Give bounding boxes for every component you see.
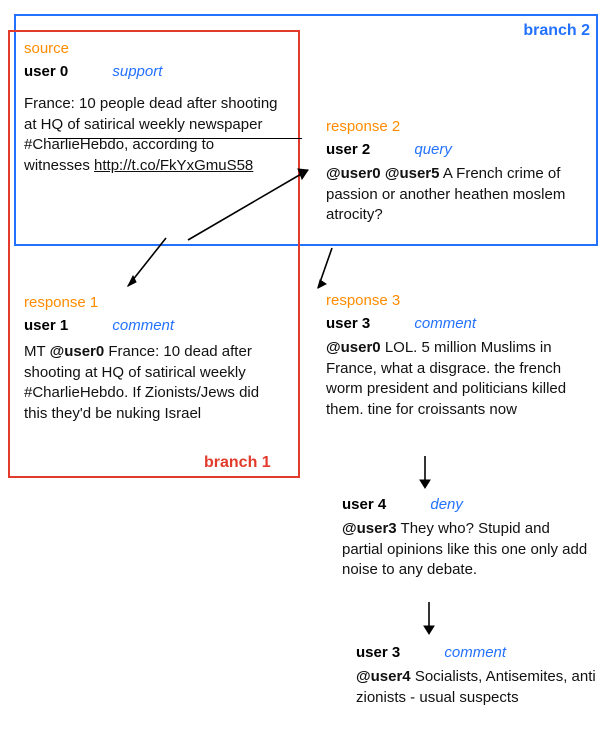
mention-r1: @user0 xyxy=(50,343,105,360)
divider-source xyxy=(48,138,302,139)
stance-r2: query xyxy=(414,141,452,158)
mention-r2: @user0 @user5 xyxy=(326,165,439,182)
user-r2: user 2 xyxy=(326,141,370,158)
post-source: source user 0 support France: 10 people … xyxy=(24,40,280,177)
post-r1: response 1 user 1 comment MT @user0 Fran… xyxy=(24,294,280,425)
branch1-label: branch 1 xyxy=(204,454,271,472)
user-r1: user 1 xyxy=(24,317,68,334)
stance-r5: comment xyxy=(444,644,506,661)
body-r1-pre: MT xyxy=(24,343,50,360)
stance-r4: deny xyxy=(430,496,463,513)
arrow-r3-to-r4 xyxy=(416,454,434,494)
arrow-source-to-r2 xyxy=(180,162,320,248)
user-r3: user 3 xyxy=(326,315,370,332)
user-r4: user 4 xyxy=(342,496,386,513)
tag-source: source xyxy=(24,40,280,57)
stance-r1: comment xyxy=(112,317,174,334)
stance-source: support xyxy=(112,63,162,80)
mention-r4: @user3 xyxy=(342,520,397,537)
branch2-label: branch 2 xyxy=(523,22,590,40)
post-r5: user 3 comment @user4 Socialists, Antise… xyxy=(356,644,596,708)
post-r2: response 2 user 2 query @user0 @user5 A … xyxy=(326,118,586,226)
tag-r1: response 1 xyxy=(24,294,280,311)
user-r5: user 3 xyxy=(356,644,400,661)
user-source: user 0 xyxy=(24,63,68,80)
arrow-r2-to-r3 xyxy=(310,244,340,298)
arrow-source-to-r1 xyxy=(120,234,180,298)
stance-r3: comment xyxy=(414,315,476,332)
mention-r5: @user4 xyxy=(356,668,411,685)
tag-r2: response 2 xyxy=(326,118,586,135)
post-r4: user 4 deny @user3 They who? Stupid and … xyxy=(342,496,592,581)
mention-r3: @user0 xyxy=(326,339,381,356)
tag-r3: response 3 xyxy=(326,292,590,309)
arrow-r4-to-r5 xyxy=(420,600,438,640)
post-r3: response 3 user 3 comment @user0 LOL. 5 … xyxy=(326,292,590,421)
